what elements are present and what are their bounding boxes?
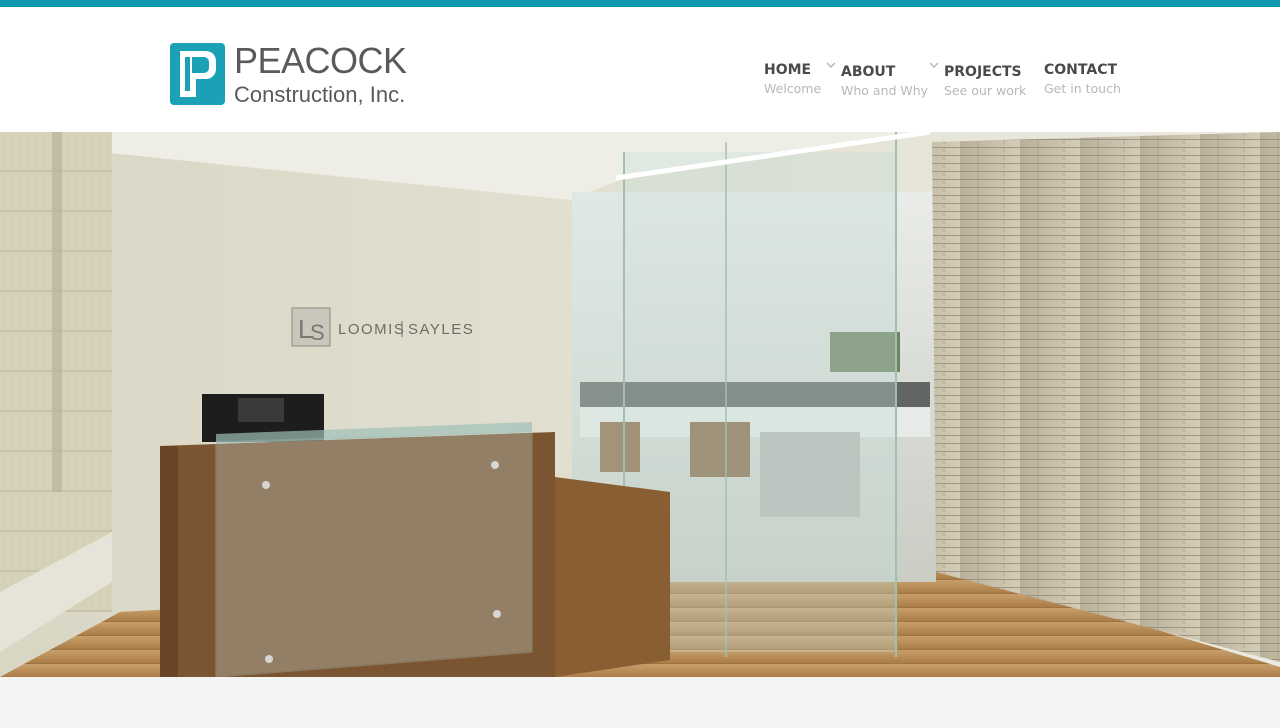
sign-text-left: LOOMIS [338,321,405,338]
top-accent-bar [0,0,1280,7]
content-area-top [0,677,1280,728]
nav-about-label: ABOUT [841,64,896,80]
hero-photo-reception: L S LOOMIS SAYLES [0,132,1280,677]
nav-contact-label: CONTACT [1044,62,1118,78]
nav-projects-label: PROJECTS [944,64,1022,80]
nav-about-sub: Who and Why [841,83,929,98]
nav-contact-sub: Get in touch [1044,81,1121,96]
nav-home-sub: Welcome [764,81,822,96]
chevron-down-icon[interactable] [929,61,939,69]
nav-projects-sub: See our work [944,83,1027,98]
nav-home[interactable]: HOME Welcome [764,60,821,98]
nav-projects[interactable]: PROJECTS See our work [944,62,1026,100]
site-header: PEACOCK Construction, Inc. HOME Welcome … [0,7,1280,132]
nav-contact[interactable]: CONTACT Get in touch [1044,60,1121,98]
svg-text:S: S [310,320,325,345]
sign-text-right: SAYLES [408,321,474,338]
hero-image: L S LOOMIS SAYLES [0,132,1280,677]
nav-about[interactable]: ABOUT Who and Why [841,62,928,100]
main-nav: HOME Welcome ABOUT Who and Why PROJECTS … [0,56,1280,106]
nav-home-label: HOME [764,62,812,78]
chevron-down-icon[interactable] [826,61,836,69]
